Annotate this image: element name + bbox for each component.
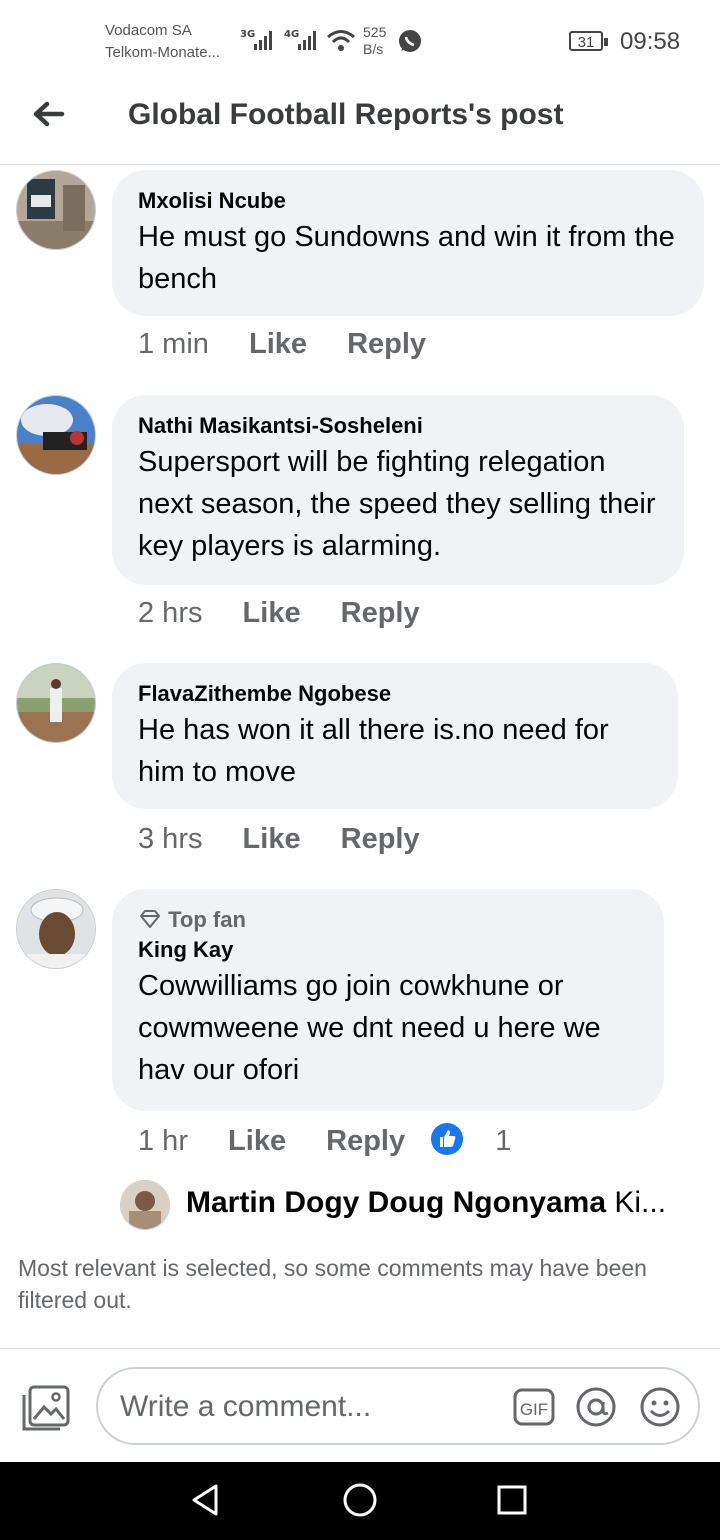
avatar-photo xyxy=(17,171,95,249)
diamond-icon xyxy=(140,910,160,928)
comment-actions: 1 min Like Reply xyxy=(138,328,458,361)
like-button[interactable]: Like xyxy=(228,1125,286,1157)
comment-bubble: Mxolisi Ncube He must go Sundowns and wi… xyxy=(112,170,704,316)
recents-nav-icon[interactable] xyxy=(492,1480,532,1520)
avatar-photo xyxy=(17,664,95,742)
reply-preview[interactable]: Martin Dogy Doug Ngonyama Ki... xyxy=(120,1180,710,1232)
system-nav-bar xyxy=(0,1462,720,1540)
comment-time[interactable]: 1 min xyxy=(138,328,209,360)
carrier-1: Vodacom SA xyxy=(105,22,192,39)
carrier-2: Telkom-Monate... xyxy=(105,44,221,61)
comment-bubble: FlavaZithembe Ngobese He has won it all … xyxy=(112,663,678,809)
reply-author-line: Martin Dogy Doug Ngonyama Ki... xyxy=(186,1186,666,1220)
whatsapp-icon xyxy=(399,30,421,52)
comment-input-box[interactable]: GIF xyxy=(96,1367,700,1445)
avatar[interactable] xyxy=(16,395,96,475)
home-nav-icon[interactable] xyxy=(340,1480,380,1520)
comment-author[interactable]: King Kay xyxy=(138,935,638,965)
back-arrow-icon[interactable] xyxy=(28,94,68,134)
avatar-photo xyxy=(17,396,95,474)
avatar[interactable] xyxy=(16,170,96,250)
like-button[interactable]: Like xyxy=(249,328,307,360)
like-reaction-icon[interactable] xyxy=(431,1123,464,1156)
comment-time[interactable]: 3 hrs xyxy=(138,823,202,855)
mention-icon[interactable] xyxy=(574,1385,618,1429)
signal-4g-icon: 4G xyxy=(284,29,316,50)
comment-text: He has won it all there is.no need for h… xyxy=(138,714,609,788)
comment-bubble: Nathi Masikantsi-Sosheleni Supersport wi… xyxy=(112,395,684,585)
svg-text:3G: 3G xyxy=(240,29,255,40)
page-title: Global Football Reports's post xyxy=(128,98,564,131)
post-header: Global Football Reports's post xyxy=(0,80,720,165)
comment-text: Supersport will be fighting relegation n… xyxy=(138,446,656,562)
gif-icon[interactable]: GIF xyxy=(512,1385,556,1429)
avatar-photo xyxy=(17,890,95,968)
signal-3g-icon: 3G xyxy=(240,29,272,50)
reply-button[interactable]: Reply xyxy=(326,1125,405,1157)
reply-button[interactable]: Reply xyxy=(347,328,426,360)
carrier-info: Vodacom SA Telkom-Monate... xyxy=(105,20,220,64)
reaction-count[interactable]: 1 xyxy=(495,1125,511,1157)
battery-indicator: 31 xyxy=(569,31,608,51)
comment-time[interactable]: 1 hr xyxy=(138,1125,188,1157)
comment-composer: GIF xyxy=(0,1348,720,1463)
clock: 09:58 xyxy=(620,28,681,55)
back-nav-icon[interactable] xyxy=(186,1480,226,1520)
photo-icon[interactable] xyxy=(20,1383,72,1435)
comment-actions: 1 hr Like Reply 1 xyxy=(138,1123,543,1158)
comment-bubble: Top fan King Kay Cowwilliams go join cow… xyxy=(112,889,664,1111)
comment-text: He must go Sundowns and win it from the … xyxy=(138,221,675,295)
comment-actions: 3 hrs Like Reply xyxy=(138,823,452,856)
comment-input[interactable] xyxy=(118,1383,492,1431)
comment-author[interactable]: FlavaZithembe Ngobese xyxy=(138,679,652,709)
comment-actions: 2 hrs Like Reply xyxy=(138,597,452,630)
avatar[interactable] xyxy=(16,889,96,969)
comment-author[interactable]: Mxolisi Ncube xyxy=(138,186,678,216)
reply-snippet: Ki... xyxy=(614,1186,667,1219)
top-fan-label: Top fan xyxy=(168,907,246,932)
emoji-icon[interactable] xyxy=(638,1385,682,1429)
comment-author[interactable]: Nathi Masikantsi-Sosheleni xyxy=(138,411,658,441)
comment-text: Cowwilliams go join cowkhune or cowmween… xyxy=(138,970,601,1086)
filter-note: Most relevant is selected, so some comme… xyxy=(18,1255,647,1313)
status-bar: Vodacom SA Telkom-Monate... 3G 4G 525 B/… xyxy=(0,0,720,80)
reply-button[interactable]: Reply xyxy=(341,597,420,629)
svg-text:GIF: GIF xyxy=(520,1400,548,1419)
like-button[interactable]: Like xyxy=(243,823,301,855)
avatar xyxy=(120,1180,170,1230)
avatar[interactable] xyxy=(16,663,96,743)
top-fan-badge: Top fan xyxy=(138,905,638,935)
net-speed: 525 B/s xyxy=(363,24,387,57)
reply-author: Martin Dogy Doug Ngonyama xyxy=(186,1186,607,1219)
svg-text:4G: 4G xyxy=(284,29,299,40)
like-button[interactable]: Like xyxy=(243,597,301,629)
reply-button[interactable]: Reply xyxy=(341,823,420,855)
wifi-icon xyxy=(327,30,355,51)
comment-time[interactable]: 2 hrs xyxy=(138,597,202,629)
